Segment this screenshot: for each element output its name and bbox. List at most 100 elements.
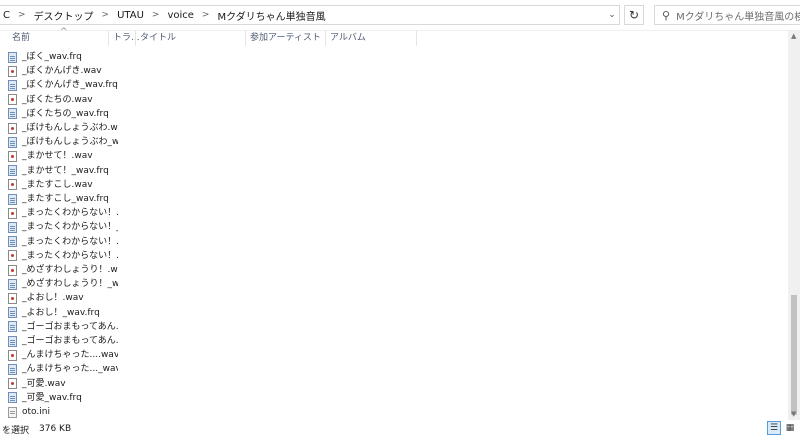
large-icons-view-button[interactable]: ▦ (783, 421, 797, 435)
refresh-button[interactable]: ↻ (624, 5, 644, 25)
search-placeholder: Mクダリちゃん単独音風の検索 (676, 11, 800, 23)
vertical-scrollbar[interactable]: ▲ ▼ (788, 30, 800, 420)
search-input[interactable]: ⚲ Mクダリちゃん単独音風の検索 (654, 5, 800, 25)
audio-file-icon (8, 349, 17, 361)
details-view-button[interactable]: ☰ (767, 421, 781, 435)
file-name: _ぼくたちの_wav.frq (22, 108, 109, 119)
list-item[interactable]: _ゴーゴおまもってあん... (8, 334, 118, 348)
document-file-icon (8, 307, 17, 319)
list-item[interactable]: _ゴーゴおまもってあん... (8, 320, 118, 334)
scroll-up-icon[interactable]: ▲ (791, 32, 796, 40)
selection-status: を選択 (2, 425, 30, 436)
file-name: _まったくわからない！_... (22, 222, 118, 233)
audio-file-icon (8, 179, 17, 191)
file-name: _まかせて！.wav (22, 151, 93, 162)
chevron-right-icon[interactable]: > (97, 10, 115, 20)
file-name: oto.ini (22, 407, 50, 417)
file-name: _ぼくかんげき.wav (22, 66, 102, 77)
document-file-icon (8, 51, 17, 63)
file-name: _またすこし_wav.frq (22, 194, 109, 204)
document-file-icon (8, 221, 17, 233)
audio-file-icon (8, 250, 17, 262)
address-history-dropdown[interactable]: ⌄ (604, 6, 620, 24)
breadcrumb-item[interactable]: デスクトップ (31, 8, 97, 23)
audio-file-icon (8, 122, 17, 134)
selection-size: 376 KB (39, 424, 72, 434)
audio-file-icon (8, 150, 17, 162)
list-item[interactable]: _ぼけもんしょうぶわ_w... (8, 135, 118, 149)
list-item[interactable]: _ぼくかんげき_wav.frq (8, 78, 118, 92)
file-name: _ぼけもんしょうぶわ_w... (22, 137, 118, 148)
document-file-icon (8, 79, 17, 91)
file-name: _んまけちゃった..._wav.... (22, 364, 118, 375)
audio-file-icon (8, 292, 17, 304)
address-bar: C > デスクトップ > UTAU > voice > Mクダリちゃん単独音風 ⌄ ↻ ⚲ Mク… (0, 0, 800, 31)
refresh-icon: ↻ (628, 8, 640, 22)
breadcrumb-item[interactable]: Mクダリちゃん単独音風 (214, 8, 328, 23)
breadcrumb-drive[interactable]: C (0, 10, 13, 21)
file-list: _ぼく_wav.frq _ぼくかんげき.wav _ぼくかんげき_wav.frq _ぼく… (0, 40, 782, 420)
document-file-icon (8, 321, 17, 333)
list-item[interactable]: _ぼく_wav.frq (8, 50, 118, 64)
file-name: _めざすわしょうり！_w... (22, 279, 118, 290)
scroll-down-icon[interactable]: ▼ (791, 410, 796, 418)
list-item[interactable]: _ぼくたちの_wav.frq (8, 107, 118, 121)
file-name: _ぼくかんげき_wav.frq (22, 80, 118, 91)
document-file-icon (8, 392, 17, 404)
list-item[interactable]: _ぼけもんしょうぶわ.wav (8, 121, 118, 135)
document-file-icon (8, 363, 17, 375)
audio-file-icon (8, 65, 17, 77)
list-item[interactable]: _まったくわからない！... (8, 206, 118, 220)
file-name: _まったくわからない！... (22, 236, 118, 247)
file-name: _またすこし.wav (22, 179, 93, 190)
document-file-icon (8, 108, 17, 120)
breadcrumb-item[interactable]: UTAU (114, 10, 147, 21)
file-name: _んまけちゃった....wav (22, 350, 118, 361)
list-item[interactable]: _可愛_wav.frq (8, 391, 118, 405)
list-item[interactable]: _まったくわからない！... (8, 235, 118, 249)
list-item[interactable]: _めざすわしょうり！.wav (8, 263, 118, 277)
list-item[interactable]: _まかせて！.wav (8, 149, 118, 163)
list-item[interactable]: _まったくわからない！... (8, 249, 118, 263)
chevron-right-icon[interactable]: > (147, 10, 165, 20)
file-name: _ぼく_wav.frq (22, 52, 82, 62)
list-item[interactable]: _まかせて！_wav.frq (8, 164, 118, 178)
list-item[interactable]: _よおし！.wav (8, 291, 118, 305)
audio-file-icon (8, 207, 17, 219)
settings-file-icon (8, 406, 17, 418)
list-item[interactable]: oto.ini (8, 405, 118, 419)
scrollbar-thumb[interactable] (791, 295, 797, 415)
file-name: _ゴーゴおまもってあん... (22, 336, 118, 346)
file-name: _ゴーゴおまもってあん... (22, 321, 118, 332)
audio-file-icon (8, 264, 17, 276)
list-item[interactable]: _まったくわからない！_... (8, 220, 118, 234)
document-file-icon (8, 193, 17, 205)
list-item[interactable]: _めざすわしょうり！_w... (8, 277, 118, 291)
list-item[interactable]: _よおし！_wav.frq (8, 306, 118, 320)
file-name: _まかせて！_wav.frq (22, 165, 109, 176)
breadcrumb[interactable]: C > デスクトップ > UTAU > voice > Mクダリちゃん単独音風 (0, 5, 620, 25)
document-file-icon (8, 278, 17, 290)
list-item[interactable]: _ぼくたちの.wav (8, 93, 118, 107)
list-item[interactable]: _またすこし_wav.frq (8, 192, 118, 206)
document-file-icon (8, 335, 17, 347)
chevron-down-icon: ⌄ (608, 10, 616, 20)
list-item[interactable]: _んまけちゃった..._wav.... (8, 362, 118, 376)
list-item[interactable]: _またすこし.wav (8, 178, 118, 192)
list-item[interactable]: _んまけちゃった....wav (8, 348, 118, 362)
breadcrumb-item[interactable]: voice (164, 10, 196, 21)
file-name: _よおし！_wav.frq (22, 307, 100, 318)
file-name: _可愛.wav (22, 378, 66, 389)
search-icon: ⚲ (662, 8, 671, 22)
document-file-icon (8, 136, 17, 148)
audio-file-icon (8, 378, 17, 390)
file-name: _まったくわからない！... (22, 208, 118, 219)
file-name: _よおし！.wav (22, 293, 84, 304)
file-name: _まったくわからない！... (22, 250, 118, 261)
list-item[interactable]: _可愛.wav (8, 377, 118, 391)
list-item[interactable]: _ぼくかんげき.wav (8, 64, 118, 78)
chevron-right-icon[interactable]: > (197, 10, 215, 20)
file-name: _ぼけもんしょうぶわ.wav (22, 123, 118, 133)
chevron-right-icon[interactable]: > (13, 10, 31, 20)
status-bar: を選択 376 KB (0, 420, 800, 438)
